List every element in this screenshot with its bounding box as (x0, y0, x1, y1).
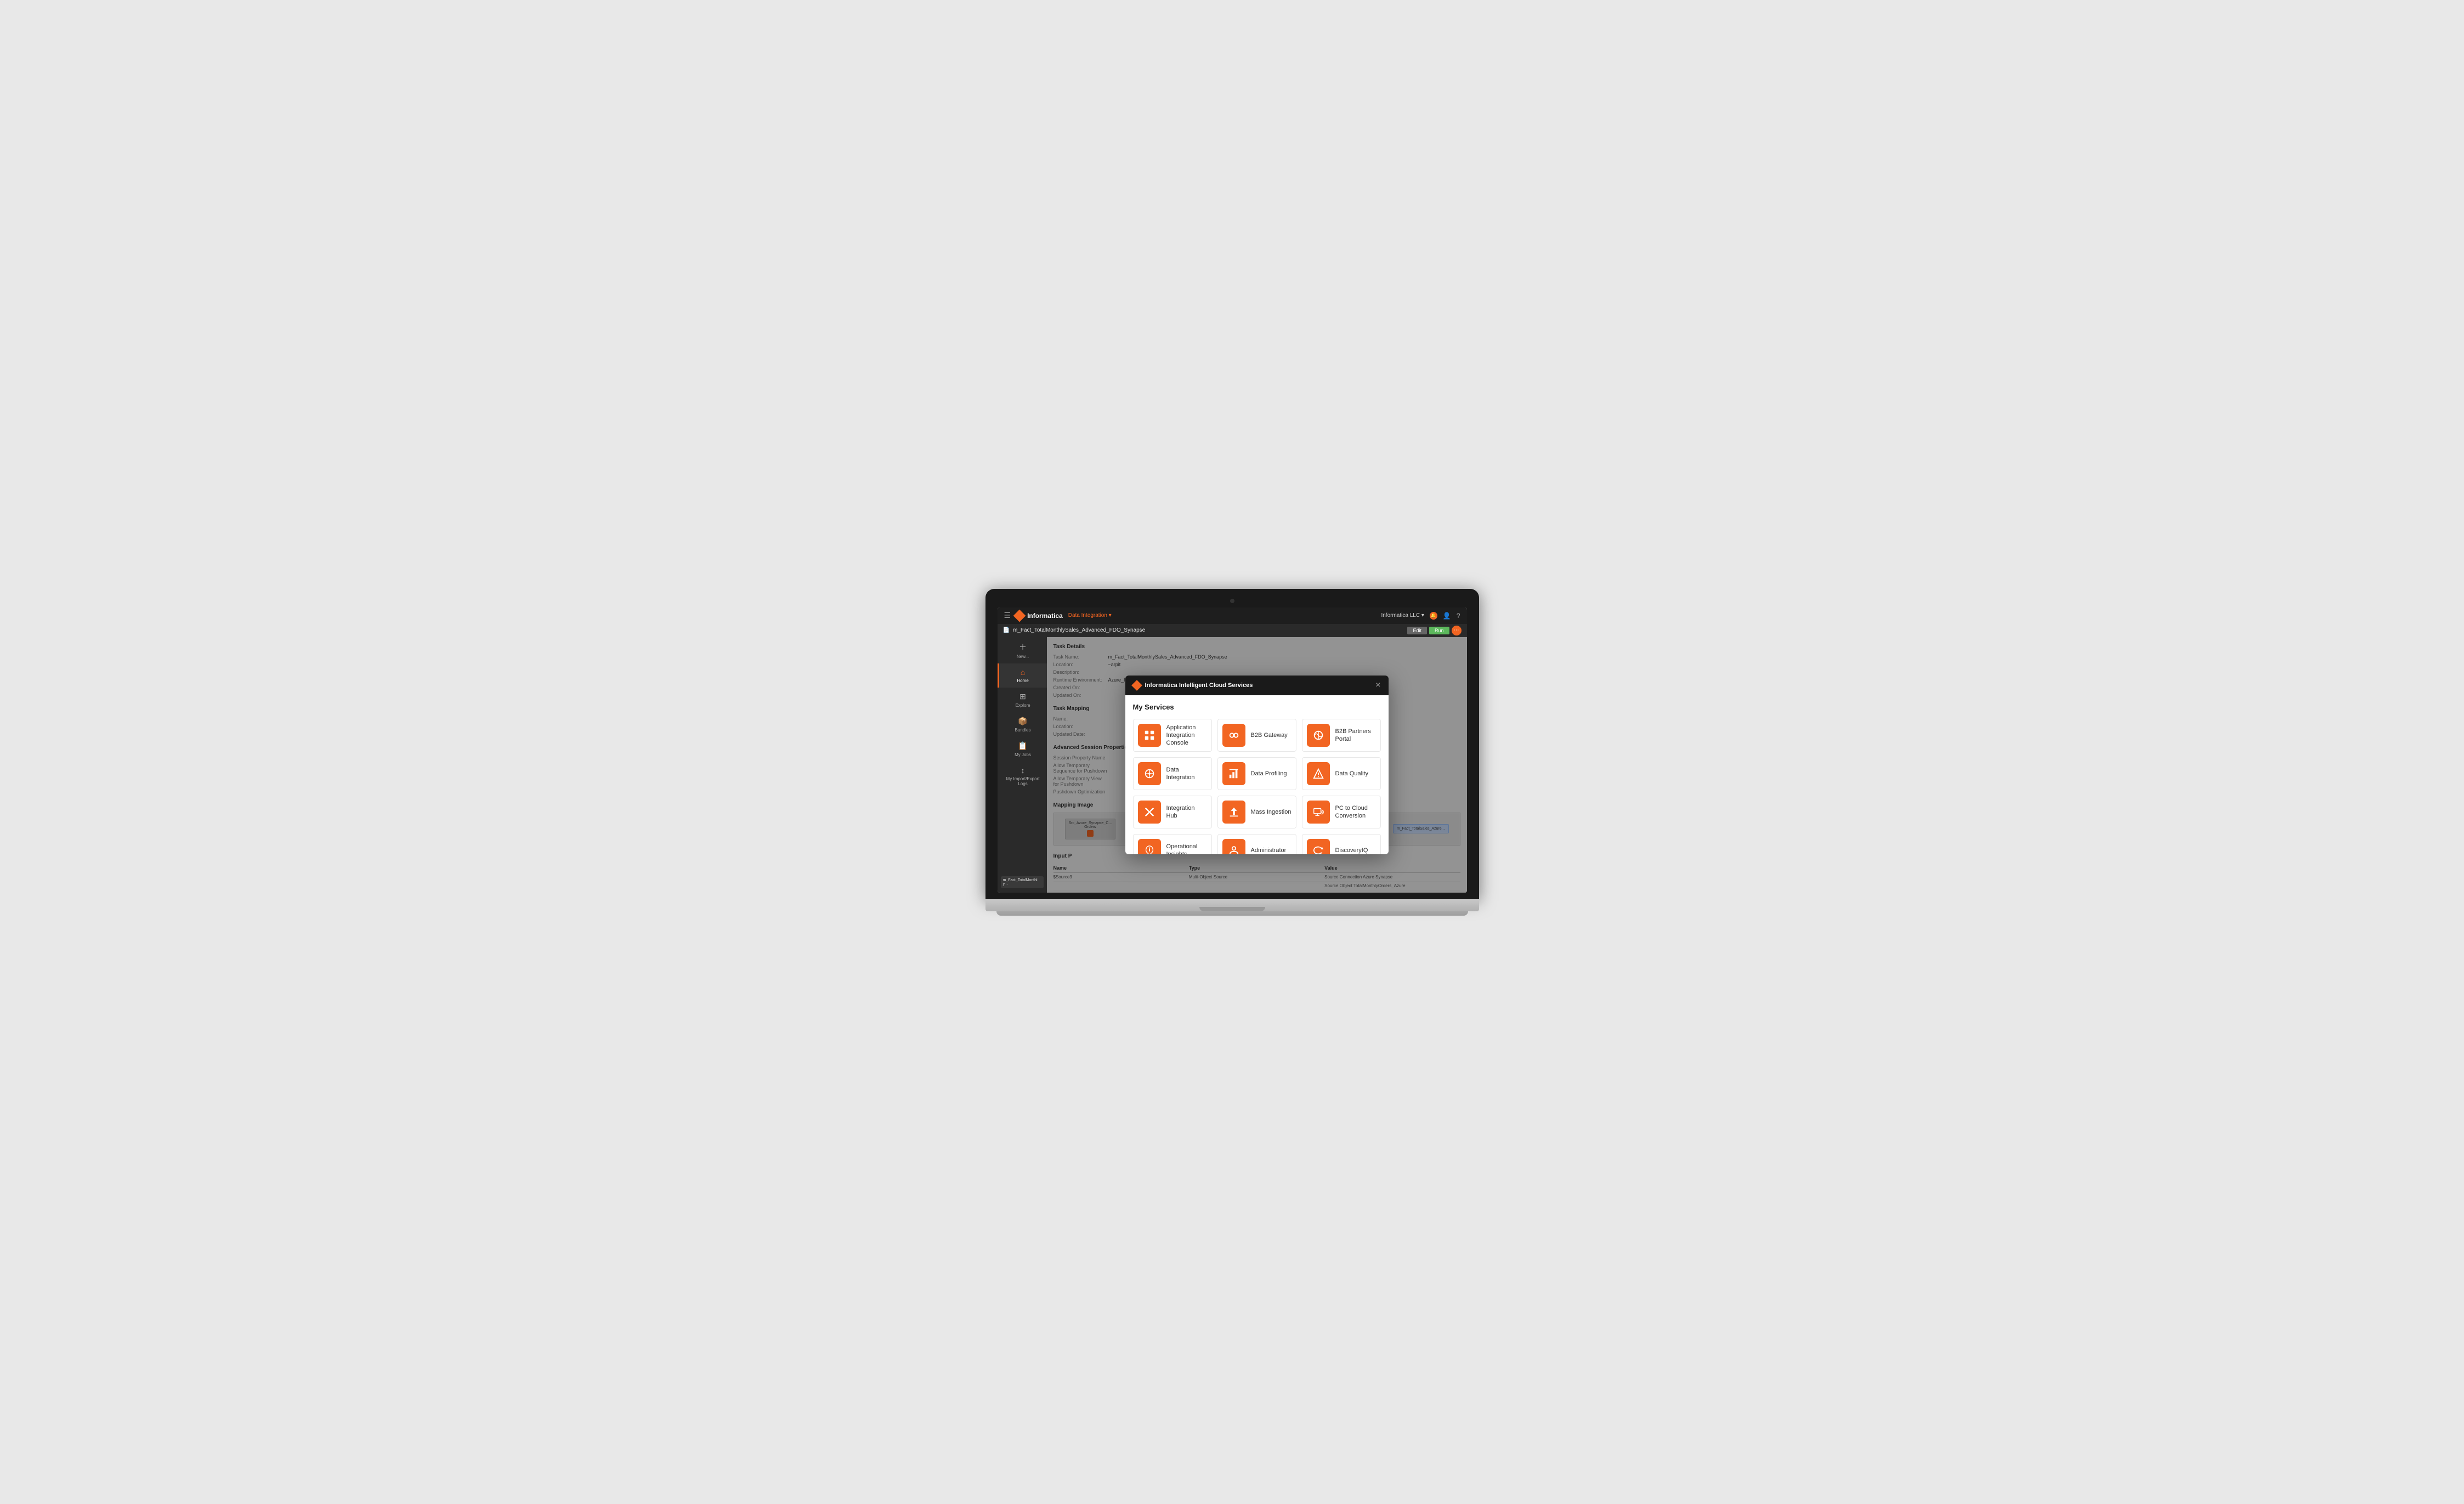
modal-header: Informatica Intelligent Cloud Services × (1125, 676, 1389, 695)
sidebar-item-bundles[interactable]: 📦 Bundles (998, 712, 1047, 737)
modal-logo-icon (1131, 680, 1142, 691)
b2b-partners-label: B2B Partners Portal (1335, 728, 1376, 744)
content-area[interactable]: Task Details Task Name: m_Fact_TotalMont… (1047, 637, 1467, 893)
sidebar: ＋ New... ⌂ Home ⊞ Explore 📦 (998, 637, 1047, 893)
sidebar-label-bundles: Bundles (1015, 728, 1031, 733)
modal-body: My Services (1125, 695, 1389, 854)
notification-bell[interactable]: 🔔 (1430, 612, 1437, 620)
laptop-foot (996, 911, 1468, 916)
sidebar-label-myjobs: My Jobs (1015, 752, 1031, 757)
sub-nav: 📄 m_Fact_TotalMonthlySales_Advanced_FDO_… (998, 624, 1467, 637)
discoveryiq-icon (1307, 839, 1330, 854)
explore-icon: ⊞ (1019, 692, 1026, 701)
mass-ingestion-icon (1222, 801, 1245, 824)
administrator-label: Administrator (1251, 847, 1287, 854)
new-icon: ＋ (1019, 642, 1027, 652)
service-item-integration-hub[interactable]: Integration Hub (1133, 796, 1212, 828)
pc-cloud-label: PC to Cloud Conversion (1335, 804, 1376, 820)
data-integration-label: Data Integration (1166, 766, 1207, 782)
modal-title: Informatica Intelligent Cloud Services (1145, 682, 1253, 689)
sidebar-item-explore[interactable]: ⊞ Explore (998, 688, 1047, 712)
laptop-shell: ☰ Informatica Data Integration ▾ Informa… (985, 589, 1479, 916)
sidebar-label-importexport: My Import/Export Logs (1002, 776, 1044, 786)
sidebar-item-importexport[interactable]: ↕ My Import/Export Logs (998, 762, 1047, 791)
discoveryiq-label: DiscoveryIQ (1335, 847, 1368, 854)
logo-area: Informatica Data Integration ▾ (1015, 611, 1112, 620)
operational-insights-icon (1138, 839, 1161, 854)
b2b-partners-icon (1307, 724, 1330, 747)
b2b-gateway-label: B2B Gateway (1251, 731, 1288, 739)
sidebar-task-name: m_Fact_TotalMonthly... (1003, 878, 1041, 886)
b2b-gateway-icon (1222, 724, 1245, 747)
operational-insights-label: Operational Insights (1166, 843, 1207, 854)
informatica-logo-icon (1013, 609, 1026, 622)
screen-bezel: ☰ Informatica Data Integration ▾ Informa… (985, 589, 1479, 899)
services-grid: Application Integration Console (1133, 719, 1381, 854)
service-item-b2b-partners[interactable]: B2B Partners Portal (1302, 719, 1381, 752)
logo-text: Informatica (1027, 612, 1063, 620)
edit-button[interactable]: Edit (1407, 627, 1427, 634)
importexport-icon: ↕ (1021, 766, 1025, 775)
service-item-discoveryiq[interactable]: DiscoveryIQ (1302, 834, 1381, 854)
service-item-mass-ingestion[interactable]: Mass Ingestion (1217, 796, 1296, 828)
help-icon[interactable]: ? (1457, 612, 1460, 620)
service-item-data-profiling[interactable]: Data Profiling (1217, 757, 1296, 790)
bundles-icon: 📦 (1018, 717, 1027, 726)
service-item-pc-cloud[interactable]: PC to Cloud Conversion (1302, 796, 1381, 828)
app-integration-icon (1138, 724, 1161, 747)
data-quality-icon (1307, 762, 1330, 785)
integration-hub-icon (1138, 801, 1161, 824)
more-actions-button[interactable]: ⋯ (1452, 626, 1462, 635)
pc-cloud-icon (1307, 801, 1330, 824)
service-item-data-quality[interactable]: Data Quality (1302, 757, 1381, 790)
integration-hub-label: Integration Hub (1166, 804, 1207, 820)
sidebar-label-explore: Explore (1015, 703, 1030, 708)
screen: ☰ Informatica Data Integration ▾ Informa… (998, 608, 1467, 893)
camera (1230, 599, 1234, 603)
my-services-title: My Services (1133, 703, 1381, 711)
user-icon[interactable]: 👤 (1443, 612, 1451, 620)
administrator-icon (1222, 839, 1245, 854)
top-nav: ☰ Informatica Data Integration ▾ Informa… (998, 608, 1467, 624)
app-type-label[interactable]: Data Integration ▾ (1068, 612, 1112, 618)
main-layout: ＋ New... ⌂ Home ⊞ Explore 📦 (998, 637, 1467, 893)
service-item-b2b-gateway[interactable]: B2B Gateway (1217, 719, 1296, 752)
page-title: m_Fact_TotalMonthlySales_Advanced_FDO_Sy… (1013, 627, 1145, 633)
sidebar-item-new[interactable]: ＋ New... (998, 637, 1047, 663)
data-profiling-label: Data Profiling (1251, 770, 1287, 777)
app-integration-label: Application Integration Console (1166, 724, 1207, 747)
data-quality-label: Data Quality (1335, 770, 1369, 777)
modal-overlay[interactable]: Informatica Intelligent Cloud Services ×… (1047, 637, 1467, 893)
sidebar-bottom: m_Fact_TotalMonthly... (998, 872, 1047, 893)
sidebar-item-home[interactable]: ⌂ Home (998, 663, 1047, 688)
home-icon: ⌂ (1021, 668, 1025, 677)
modal-close-button[interactable]: × (1375, 681, 1380, 690)
sidebar-label-new: New... (1017, 654, 1029, 659)
mass-ingestion-label: Mass Ingestion (1251, 808, 1292, 816)
myjobs-icon: 📋 (1018, 741, 1027, 751)
hamburger-icon[interactable]: ☰ (1004, 611, 1011, 620)
app-container: ☰ Informatica Data Integration ▾ Informa… (998, 608, 1467, 893)
service-item-data-integration[interactable]: Data Integration (1133, 757, 1212, 790)
nav-right: Informatica LLC ▾ 🔔 👤 ? (1381, 612, 1460, 620)
laptop-base (985, 899, 1479, 911)
sidebar-item-myjobs[interactable]: 📋 My Jobs (998, 737, 1047, 762)
sidebar-task-item[interactable]: m_Fact_TotalMonthly... (1001, 876, 1044, 888)
service-item-operational-insights[interactable]: Operational Insights (1133, 834, 1212, 854)
services-modal: Informatica Intelligent Cloud Services ×… (1125, 676, 1389, 854)
service-item-administrator[interactable]: Administrator (1217, 834, 1296, 854)
service-item-app-integration[interactable]: Application Integration Console (1133, 719, 1212, 752)
run-button[interactable]: Run (1429, 627, 1449, 634)
org-selector[interactable]: Informatica LLC ▾ (1381, 612, 1424, 618)
breadcrumb-icon: 📄 (1003, 627, 1010, 633)
sidebar-label-home: Home (1017, 678, 1028, 683)
data-profiling-icon (1222, 762, 1245, 785)
data-integration-icon (1138, 762, 1161, 785)
